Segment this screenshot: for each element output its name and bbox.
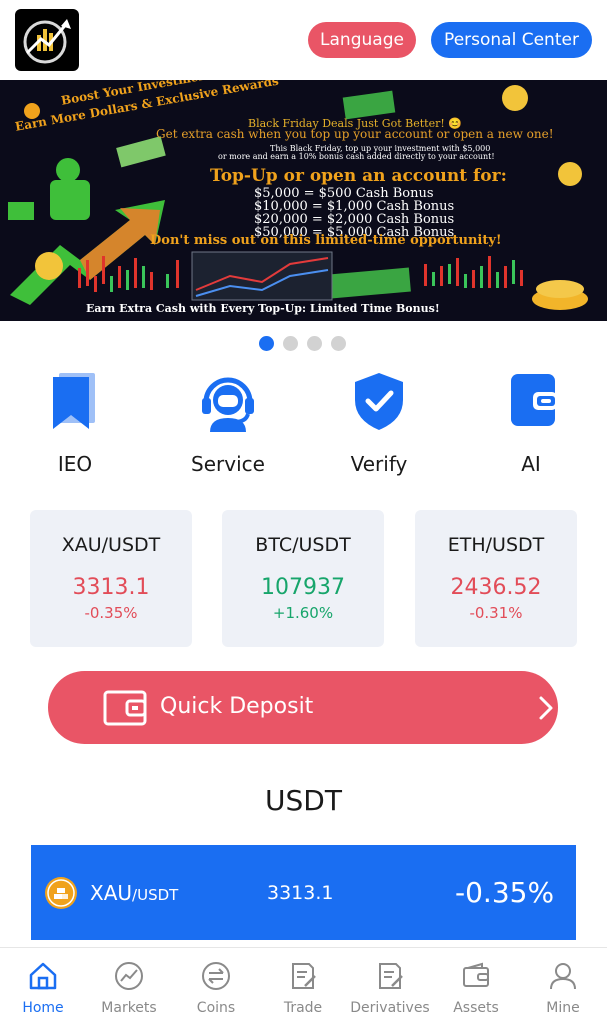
market-change: -0.35% [455,876,555,909]
chevron-right-icon [539,696,553,720]
promo-banner[interactable]: Boost Your Investment: Earn More Dollars… [0,80,607,321]
nav-service-label: Service [191,452,265,476]
carousel-dot[interactable] [331,336,346,351]
tab-assets-label: Assets [453,1000,499,1016]
wallet-outline-icon [103,690,147,726]
ticker-change: -0.35% [84,604,138,622]
language-button[interactable]: Language [308,22,416,58]
nav-verify-label: Verify [350,452,408,476]
banner-miss-line: Don't miss out on this limited-time oppo… [150,233,502,248]
ticker-card-eth[interactable]: ETH/USDT 2436.52 -0.31% [415,510,577,647]
tab-derivatives[interactable]: Derivatives [347,960,433,1016]
ticker-change: +1.60% [272,604,334,622]
nav-verify[interactable]: Verify [319,370,439,476]
tab-derivatives-label: Derivatives [350,1000,430,1016]
gold-coin-icon [45,877,77,909]
market-quote: /USDT [132,886,179,904]
ticker-card-btc[interactable]: BTC/USDT 107937 +1.60% [222,510,384,647]
markets-icon [115,962,143,990]
derivatives-icon [379,963,403,989]
nav-ieo[interactable]: IEO [15,370,135,476]
ticker-pair: XAU/USDT [61,534,161,556]
home-icon [29,962,57,990]
wallet-icon [511,374,557,426]
carousel-dot-active[interactable] [259,336,274,351]
tab-markets-label: Markets [101,1000,157,1016]
banner-topup-title: Top-Up or open an account for: [210,166,507,186]
headset-icon [202,377,254,432]
personal-center-button[interactable]: Personal Center [431,22,592,58]
market-section-title: USDT [265,784,342,817]
app-header: Language Personal Center [0,0,607,80]
tab-home[interactable]: Home [0,960,86,1016]
ticker-price: 107937 [261,575,345,600]
nav-service[interactable]: Service [168,370,288,476]
ticker-price: 3313.1 [72,575,150,600]
quick-nav: IEO Service Verify AI [0,370,607,480]
bottom-tab-bar: Home Markets Coins Trade Derivatives Ass… [0,947,607,1024]
ticker-card-xau[interactable]: XAU/USDT 3313.1 -0.35% [30,510,192,647]
nav-ieo-label: IEO [57,452,93,476]
tab-markets[interactable]: Markets [86,960,172,1016]
ticker-change: -0.31% [469,604,523,622]
carousel-dot[interactable] [283,336,298,351]
bookmark-icon [53,373,95,429]
nav-ai[interactable]: AI [471,370,591,476]
tab-coins[interactable]: Coins [173,960,259,1016]
banner-footer-line: Earn Extra Cash with Every Top-Up: Limit… [86,302,440,315]
nav-ai-label: AI [521,452,541,476]
app-logo[interactable] [15,9,79,71]
quick-deposit-button[interactable]: Quick Deposit [48,671,558,744]
user-icon [550,963,576,990]
coins-icon [202,962,230,990]
tab-trade[interactable]: Trade [260,960,346,1016]
carousel-dots [259,336,346,351]
banner-small-line-2: or more and earn a 10% bonus cash added … [218,152,495,161]
banner-extra-line: Get extra cash when you top up your acco… [156,127,554,141]
trade-icon [292,963,316,989]
tab-coins-label: Coins [196,1000,236,1016]
tab-assets[interactable]: Assets [433,960,519,1016]
market-row-xau[interactable]: XAU/USDT 3313.1 -0.35% [31,845,576,940]
carousel-dot[interactable] [307,336,322,351]
logo-mark-icon [23,19,71,64]
quick-deposit-label: Quick Deposit [160,694,314,719]
ticker-price: 2436.52 [450,575,542,600]
market-base: XAU [90,881,133,905]
ticker-pair: BTC/USDT [255,534,351,556]
tab-mine-label: Mine [546,1000,580,1016]
tab-trade-label: Trade [283,1000,323,1016]
ticker-pair: ETH/USDT [447,534,545,556]
tab-mine[interactable]: Mine [520,960,606,1016]
market-symbol: XAU/USDT [90,881,178,905]
market-price: 3313.1 [267,882,334,904]
shield-check-icon [355,373,403,430]
tab-home-label: Home [22,1000,64,1016]
assets-icon [463,962,489,987]
ticker-cards: XAU/USDT 3313.1 -0.35% BTC/USDT 107937 +… [30,510,577,647]
